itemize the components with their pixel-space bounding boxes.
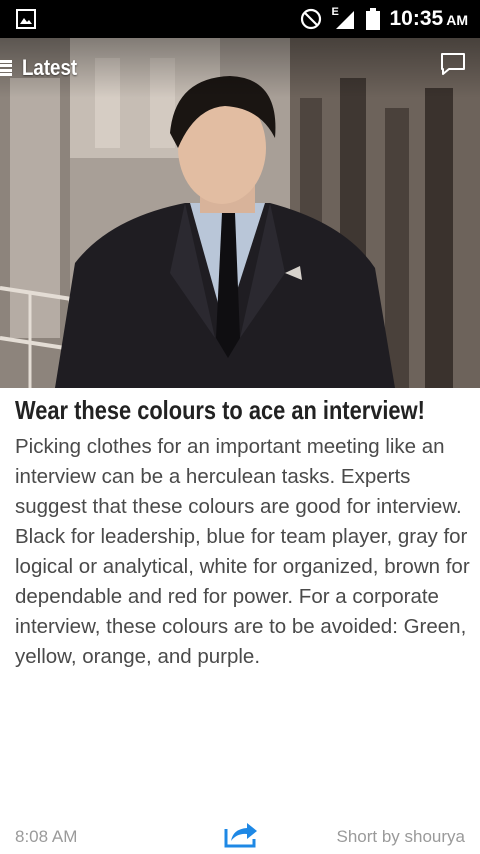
battery-icon [365, 8, 380, 30]
status-icons: E 10:35 AM [300, 0, 469, 38]
status-clock: 10:35 AM [390, 7, 469, 31]
signal-icon: E [332, 6, 356, 30]
share-icon[interactable] [223, 819, 259, 849]
article-author: Short by shourya [336, 827, 465, 846]
article-title: Wear these colours to ace an interview! [15, 395, 425, 425]
latest-menu-button[interactable]: Latest [0, 52, 87, 84]
comment-icon[interactable] [440, 52, 466, 76]
latest-label: Latest [22, 55, 78, 80]
article-time: 8:08 AM [15, 827, 78, 846]
hamburger-icon[interactable] [0, 58, 14, 78]
article-body: Picking clothes for an important meeting… [15, 435, 470, 668]
clock-ampm: AM [446, 12, 468, 28]
do-not-disturb-icon [300, 8, 321, 30]
status-bar: E 10:35 AM [0, 0, 480, 38]
clock-time: 10:35 [389, 7, 444, 30]
article-footer: 8:08 AM Short by shourya [0, 815, 480, 854]
image-notification-icon [16, 9, 36, 29]
